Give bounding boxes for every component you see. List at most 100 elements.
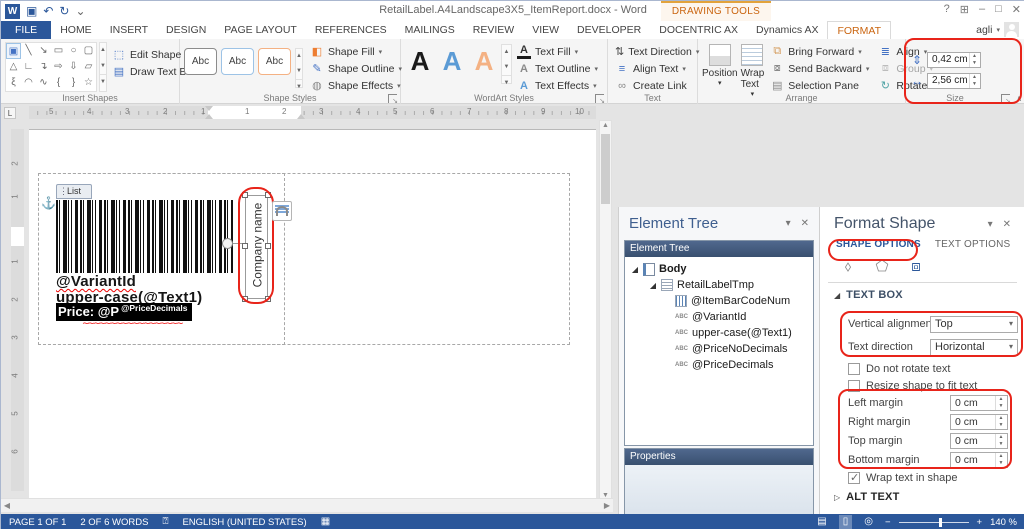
shape-style-preview-1[interactable]: Abc	[184, 48, 217, 75]
pane-close-icon[interactable]: ✕	[1003, 219, 1011, 230]
bring-forward-button[interactable]: ⧉ Bring Forward ▾	[767, 43, 872, 60]
scroll-right-icon[interactable]: ▶	[601, 499, 613, 512]
zoom-out-icon[interactable]: −	[885, 517, 891, 528]
resize-handle-e[interactable]	[265, 243, 271, 249]
resize-to-fit-checkbox-row[interactable]: Resize shape to fit text	[848, 379, 977, 393]
arrow-shape-icon[interactable]: ↘	[36, 43, 51, 59]
page-indicator[interactable]: PAGE 1 OF 1	[9, 517, 66, 528]
resize-handle-se[interactable]	[265, 296, 271, 302]
curve-shape-icon[interactable]: ∿	[36, 75, 51, 91]
right-brace-shape-icon[interactable]: }	[66, 75, 81, 91]
right-margin-input[interactable]: 0 cm ▲ ▼	[950, 414, 1008, 430]
text-effects-button[interactable]: A Text Effects ▾	[514, 77, 601, 94]
indent-marker[interactable]	[205, 106, 213, 119]
width-spinner[interactable]: ▲ ▼	[969, 73, 979, 88]
alt-text-section-header[interactable]: ALT TEXT	[846, 491, 899, 503]
wordart-preview-1[interactable]: A	[405, 44, 435, 78]
textbox-shape-icon[interactable]: ▣	[6, 43, 21, 59]
tab-file[interactable]: FILE	[1, 21, 52, 39]
shape-gallery-scrollbar[interactable]: ▲ ▼ ▼	[99, 42, 107, 92]
zoom-in-icon[interactable]: +	[977, 517, 983, 528]
shape-style-preview-2[interactable]: Abc	[221, 48, 254, 75]
resize-handle-nw[interactable]	[242, 192, 248, 198]
tab-format-active[interactable]: FORMAT	[827, 21, 892, 39]
layout-options-button[interactable]	[272, 201, 292, 221]
star-shape-icon[interactable]: ☆	[81, 75, 96, 91]
shape-fill-button[interactable]: ◧ Shape Fill ▾	[307, 43, 405, 60]
checkbox[interactable]	[848, 471, 860, 484]
fill-line-icon[interactable]: ⬨	[836, 256, 860, 278]
expand-icon[interactable]: ◢	[631, 265, 639, 274]
tab-page-layout[interactable]: PAGE LAYOUT	[215, 21, 306, 39]
tab-design[interactable]: DESIGN	[157, 21, 215, 39]
scrollbar-thumb[interactable]	[601, 134, 610, 204]
tab-dynamics-ax[interactable]: Dynamics AX	[747, 21, 827, 39]
rotate-handle[interactable]	[222, 238, 233, 249]
zoom-slider-thumb[interactable]	[938, 517, 942, 527]
word-count[interactable]: 2 OF 6 WORDS	[80, 517, 148, 528]
tab-shape-options[interactable]: SHAPE OPTIONS	[836, 239, 921, 250]
customize-qat-icon[interactable]: ⌄	[75, 4, 85, 18]
user-menu-caret-icon[interactable]: ▾	[996, 26, 1000, 34]
scroll-left-icon[interactable]: ◀	[1, 499, 13, 512]
scroll-up-icon[interactable]: ▲	[600, 122, 611, 129]
checkbox[interactable]	[848, 363, 860, 375]
shape-styles-scrollbar[interactable]: ▲ ▼ ▼	[295, 48, 303, 90]
resize-handle-ne[interactable]	[265, 192, 271, 198]
vertical-scrollbar[interactable]: ▲ ▼	[599, 120, 612, 501]
pane-menu-icon[interactable]: ▾	[786, 218, 791, 229]
help-icon[interactable]: ?	[944, 3, 950, 16]
tab-developer[interactable]: DEVELOPER	[568, 21, 650, 39]
scribble-shape-icon[interactable]: ξ	[6, 75, 21, 91]
block-arrow-right-icon[interactable]: ⇨	[51, 59, 66, 75]
tab-view[interactable]: VIEW	[523, 21, 568, 39]
tree-node-pricedecimals[interactable]: ABC @PriceDecimals	[627, 357, 811, 373]
send-backward-button[interactable]: ⧇ Send Backward ▾	[767, 60, 872, 77]
textbox-section-header[interactable]: TEXT BOX	[846, 289, 903, 301]
zoom-slider[interactable]	[898, 517, 969, 527]
save-icon[interactable]: ▣	[26, 4, 37, 18]
tree-node-variantid[interactable]: ABC @VariantId	[627, 309, 811, 325]
zoom-level[interactable]: 140 %	[990, 517, 1017, 528]
create-link-button[interactable]: ∞ Create Link	[612, 77, 693, 94]
close-icon[interactable]: ✕	[1012, 3, 1021, 16]
tree-node-retaillabeltmp[interactable]: ◢ RetailLabelTmp	[627, 277, 811, 293]
vertical-ruler[interactable]: 2 1 1 2 3 4 5 6	[11, 129, 24, 491]
tab-selector[interactable]: L	[4, 107, 16, 119]
selection-pane-button[interactable]: ▤ Selection Pane	[767, 77, 872, 94]
shape-height-input[interactable]: 0,42 cm ▲ ▼	[927, 51, 981, 68]
height-spinner[interactable]: ▲ ▼	[969, 52, 979, 67]
shape-outline-button[interactable]: ✎ Shape Outline ▾	[307, 60, 405, 77]
triangle-shape-icon[interactable]: △	[6, 59, 21, 75]
spinner[interactable]: ▲ ▼	[995, 453, 1006, 467]
collapse-section-icon[interactable]: ◢	[834, 291, 840, 300]
effects-icon[interactable]: ⬠	[870, 256, 894, 278]
size-dialog-launcher[interactable]	[1001, 94, 1011, 105]
tab-mailings[interactable]: MAILINGS	[396, 21, 464, 39]
print-layout-icon[interactable]: ▯	[838, 515, 853, 529]
bottom-margin-input[interactable]: 0 cm ▲ ▼	[950, 452, 1008, 468]
tree-node-pricenodecimals[interactable]: ABC @PriceNoDecimals	[627, 341, 811, 357]
text-direction-button[interactable]: ⇅ Text Direction ▾	[612, 43, 699, 60]
web-layout-icon[interactable]: ◎	[860, 515, 877, 529]
horizontal-scrollbar[interactable]: ◀ ▶	[1, 498, 613, 512]
read-mode-icon[interactable]: ▤	[813, 515, 830, 529]
proofing-icon[interactable]: ⍰	[162, 515, 168, 529]
shape-styles-dialog-launcher[interactable]	[388, 94, 398, 105]
content-control-tag[interactable]: List	[56, 184, 92, 199]
do-not-rotate-checkbox-row[interactable]: Do not rotate text	[848, 362, 950, 376]
tab-docentric-ax[interactable]: DOCENTRIC AX	[650, 21, 747, 39]
tab-references[interactable]: REFERENCES	[306, 21, 396, 39]
tab-review[interactable]: REVIEW	[464, 21, 523, 39]
minimize-icon[interactable]: –	[979, 3, 985, 16]
redo-icon[interactable]: ↻	[59, 4, 69, 18]
wordart-dialog-launcher[interactable]	[595, 94, 605, 105]
resize-handle-sw[interactable]	[242, 296, 248, 302]
wrap-text-button[interactable]: Wrap Text ▾	[741, 42, 764, 98]
wrap-text-checkbox-row[interactable]: Wrap text in shape	[848, 471, 958, 485]
shape-style-preview-3[interactable]: Abc	[258, 48, 291, 75]
rounded-rect-shape-icon[interactable]: ▢	[81, 43, 96, 59]
text-fill-button[interactable]: A Text Fill ▾	[514, 43, 601, 60]
block-arrow-down-icon[interactable]: ⇩	[66, 59, 81, 75]
top-margin-input[interactable]: 0 cm ▲ ▼	[950, 433, 1008, 449]
